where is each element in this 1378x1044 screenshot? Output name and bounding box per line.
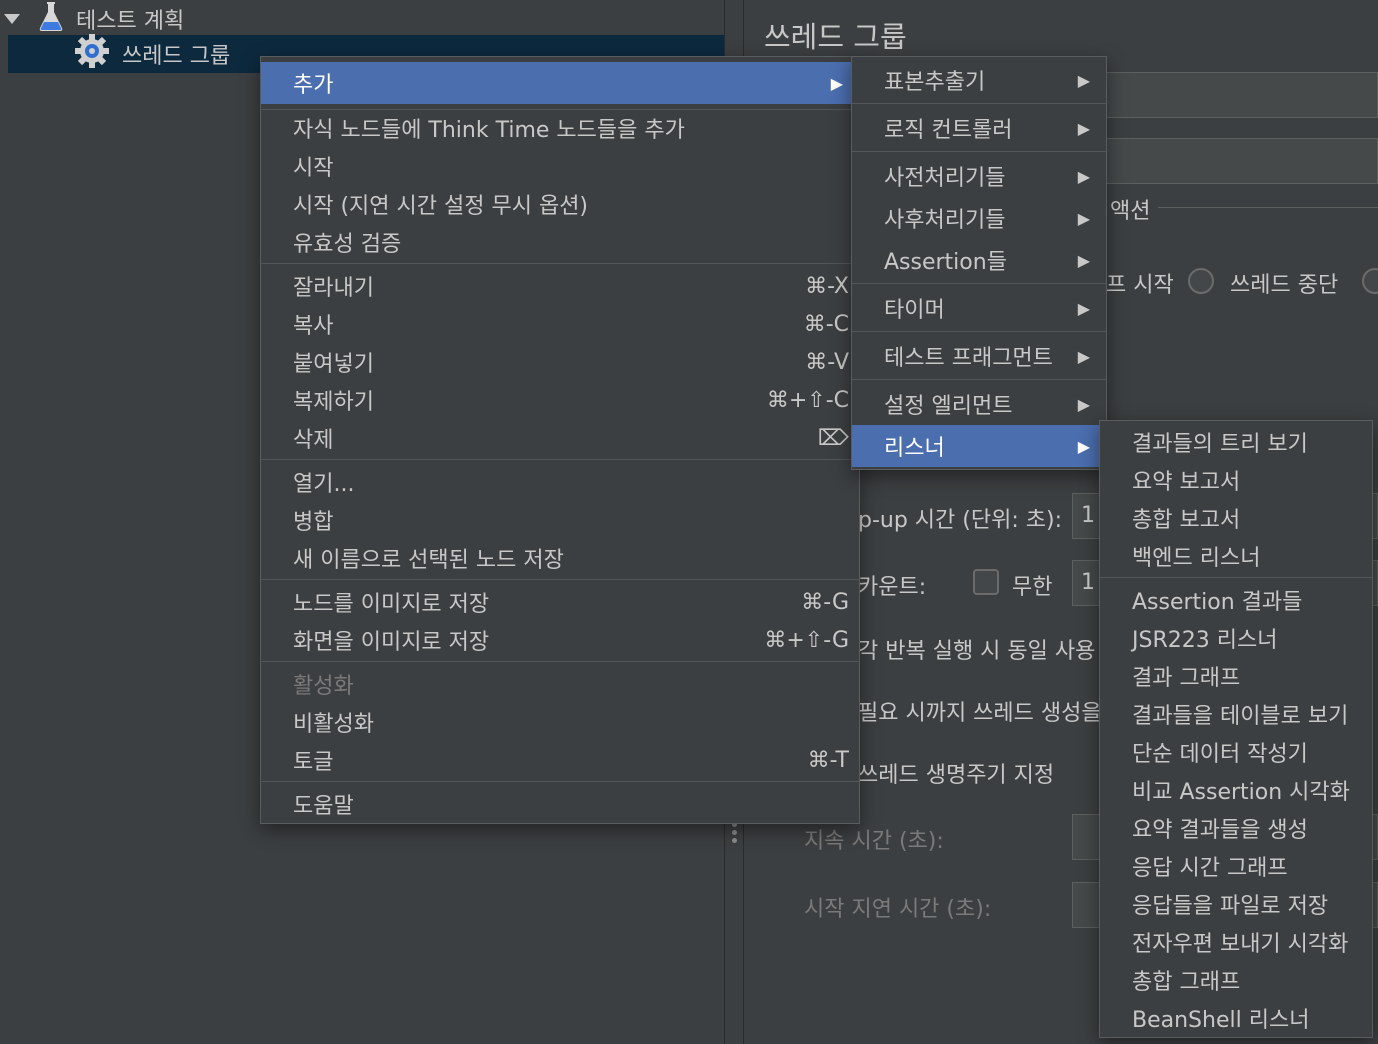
stop-test-radio[interactable] [1362,268,1378,294]
splitter-grip-icon[interactable] [732,822,737,846]
tree-node-label: 테스트 계획 [76,9,185,34]
menu-item-save-selection-as[interactable]: 새 이름으로 선택된 노드 저장 [261,539,859,577]
flask-icon [38,0,64,38]
submenu-item-assertions[interactable]: Assertion들 ▶ [852,241,1106,279]
listener-item-jsr223-listener[interactable]: JSR223 리스너 [1100,619,1372,657]
submenu-item-sampler[interactable]: 표본추출기 ▶ [852,61,1106,99]
submenu-arrow-icon: ▶ [1077,166,1090,186]
menu-item-add-think-time[interactable]: 자식 노드들에 Think Time 노드들을 추가 [261,109,859,147]
submenu-arrow-icon: ▶ [1077,436,1090,456]
menu-separator [852,151,1106,152]
loop-count-label: 카운트: [858,575,927,600]
startup-delay-label: 시작 지연 시간 (초): [804,897,992,922]
menu-item-save-screen-image[interactable]: 화면을 이미지로 저장 ⌘+⇧-G [261,621,859,659]
listener-item-assertion-results[interactable]: Assertion 결과들 [1100,581,1372,619]
submenu-arrow-icon: ▶ [1077,250,1090,270]
stop-thread-label: 쓰레드 중단 [1230,273,1339,298]
menu-item-disable[interactable]: 비활성화 [261,703,859,741]
submenu-arrow-icon: ▶ [1077,394,1090,414]
menu-item-copy[interactable]: 복사 ⌘-C [261,305,859,343]
page-title: 쓰레드 그룹 [764,20,907,54]
submenu-item-logic-controller[interactable]: 로직 컨트롤러 ▶ [852,109,1106,147]
menu-separator [852,103,1106,104]
menu-separator [261,781,859,782]
menu-item-start[interactable]: 시작 [261,147,859,185]
menu-separator [261,661,859,662]
menu-separator [852,379,1106,380]
menu-item-cut[interactable]: 잘라내기 ⌘-X [261,267,859,305]
collapse-arrow-icon[interactable] [4,14,20,24]
submenu-arrow-icon: ▶ [1077,298,1090,318]
submenu-item-listener[interactable]: 리스너 ▶ [852,425,1106,467]
listener-item-mailer-visualizer[interactable]: 전자우편 보내기 시각화 [1100,923,1372,961]
submenu-item-config-element[interactable]: 설정 엘리먼트 ▶ [852,385,1106,423]
listener-item-aggregate-report[interactable]: 총합 보고서 [1100,499,1372,537]
listener-item-backend-listener[interactable]: 백엔드 리스너 [1100,537,1372,575]
infinite-label: 무한 [1012,575,1053,600]
menu-separator [261,459,859,460]
menu-item-help[interactable]: 도움말 [261,785,859,823]
menu-separator [852,283,1106,284]
listener-item-aggregate-graph[interactable]: 총합 그래프 [1100,961,1372,999]
listener-item-view-results-table[interactable]: 결과들을 테이블로 보기 [1100,695,1372,733]
gear-icon [74,33,110,75]
menu-item-toggle[interactable]: 토글 ⌘-T [261,741,859,779]
infinite-checkbox[interactable] [973,569,999,595]
menu-separator [852,331,1106,332]
menu-separator [261,579,859,580]
tree-node-label: 쓰레드 그룹 [122,44,231,69]
section-divider [1158,207,1378,208]
start-next-loop-label: 프 시작 [1106,273,1174,298]
menu-separator [1100,577,1372,578]
listener-item-simple-data-writer[interactable]: 단순 데이터 작성기 [1100,733,1372,771]
menu-separator [261,263,859,264]
stop-thread-radio[interactable] [1188,268,1214,294]
submenu-arrow-icon: ▶ [1077,346,1090,366]
name-field[interactable] [1104,72,1378,118]
menu-item-open[interactable]: 열기... [261,463,859,501]
listener-item-graph-results[interactable]: 결과 그래프 [1100,657,1372,695]
menu-item-merge[interactable]: 병합 [261,501,859,539]
listener-item-comparison-assertion-visualizer[interactable]: 비교 Assertion 시각화 [1100,771,1372,809]
menu-item-remove[interactable]: 삭제 ⌦ [261,419,859,457]
action-section-label: 액션 [1110,199,1151,224]
menu-item-paste[interactable]: 붙여넣기 ⌘-V [261,343,859,381]
add-submenu: 표본추출기 ▶ 로직 컨트롤러 ▶ 사전처리기들 ▶ 사후처리기들 ▶ Assertio… [851,56,1107,470]
listener-item-view-results-tree[interactable]: 결과들의 트리 보기 [1100,423,1372,461]
submenu-item-pre-processors[interactable]: 사전처리기들 ▶ [852,157,1106,195]
delay-create-label: 필요 시까지 쓰레드 생성을 [858,701,1102,726]
duration-label: 지속 시간 (초): [804,829,944,854]
submenu-item-timer[interactable]: 타이머 ▶ [852,289,1106,327]
menu-item-save-node-image[interactable]: 노드를 이미지로 저장 ⌘-G [261,583,859,621]
submenu-arrow-icon: ▶ [1077,208,1090,228]
listener-item-generate-summary-results[interactable]: 요약 결과들을 생성 [1100,809,1372,847]
listener-item-save-responses-to-file[interactable]: 응답들을 파일로 저장 [1100,885,1372,923]
listener-item-summary-report[interactable]: 요약 보고서 [1100,461,1372,499]
submenu-item-test-fragment[interactable]: 테스트 프래그먼트 ▶ [852,337,1106,375]
menu-item-duplicate[interactable]: 복제하기 ⌘+⇧-C [261,381,859,419]
submenu-arrow-icon: ▶ [1077,70,1090,90]
listener-submenu: 결과들의 트리 보기 요약 보고서 총합 보고서 백엔드 리스너 Asserti… [1099,420,1373,1038]
menu-item-start-no-pauses[interactable]: 시작 (지연 시간 설정 무시 옵션) [261,185,859,223]
menu-item-add[interactable]: 추가 ▶ [261,62,859,104]
delete-key-icon: ⌦ [817,425,849,451]
rampup-label: p-up 시간 (단위: 초): [858,508,1062,533]
submenu-arrow-icon: ▶ [1077,118,1090,138]
context-menu: 추가 ▶ 자식 노드들에 Think Time 노드들을 추가 시작 시작 (지연… [260,56,860,824]
comments-field[interactable] [1104,138,1378,184]
listener-item-beanshell-listener[interactable]: BeanShell 리스너 [1100,999,1372,1037]
menu-item-validate[interactable]: 유효성 검증 [261,223,859,261]
submenu-arrow-icon: ▶ [830,73,843,93]
submenu-item-post-processors[interactable]: 사후처리기들 ▶ [852,199,1106,237]
same-user-label: 각 반복 실행 시 동일 사용 [858,639,1096,664]
menu-item-enable: 활성화 [293,674,354,699]
listener-item-response-time-graph[interactable]: 응답 시간 그래프 [1100,847,1372,885]
lifetime-label: 쓰레드 생명주기 지정 [858,763,1055,788]
